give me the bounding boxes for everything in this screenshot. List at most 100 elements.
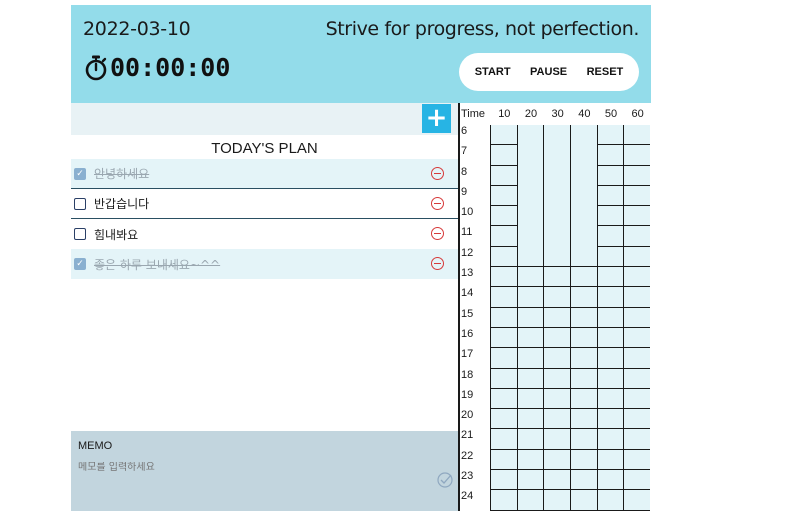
timetable-cell[interactable] [490, 368, 517, 389]
timetable-cell[interactable] [543, 429, 571, 450]
timetable-cell[interactable] [516, 470, 544, 491]
timetable-cell[interactable] [516, 185, 544, 207]
timetable-cell[interactable] [570, 388, 597, 410]
plan-checkbox[interactable] [74, 228, 86, 240]
timetable-cell[interactable] [623, 125, 651, 146]
timetable-cell[interactable] [596, 327, 624, 349]
check-circle-icon[interactable] [436, 471, 454, 489]
timetable-cell[interactable] [543, 145, 571, 166]
timetable-cell[interactable] [490, 490, 517, 511]
timetable-cell[interactable] [543, 206, 571, 227]
timetable-cell[interactable] [516, 206, 544, 227]
timetable-cell[interactable] [570, 165, 597, 186]
timetable-cell[interactable] [596, 449, 624, 471]
timetable-cell[interactable] [596, 348, 624, 369]
timetable-cell[interactable] [543, 185, 571, 207]
timetable-cell[interactable] [543, 368, 571, 389]
timetable-cell[interactable] [543, 388, 571, 410]
timetable-cell[interactable] [543, 287, 571, 308]
timetable-cell[interactable] [570, 470, 597, 491]
timetable-cell[interactable] [623, 267, 651, 288]
timetable-cell[interactable] [596, 368, 624, 389]
timetable-cell[interactable] [543, 327, 571, 349]
timetable-cell[interactable] [490, 287, 517, 308]
timetable-cell[interactable] [570, 429, 597, 450]
timetable-cell[interactable] [516, 287, 544, 308]
timetable-cell[interactable] [570, 185, 597, 207]
timetable-cell[interactable] [623, 490, 651, 511]
timetable-cell[interactable] [543, 165, 571, 186]
timetable-cell[interactable] [490, 145, 517, 166]
timetable-cell[interactable] [596, 125, 624, 146]
timetable-cell[interactable] [490, 267, 517, 288]
timetable-cell[interactable] [623, 226, 651, 247]
timetable-cell[interactable] [516, 226, 544, 247]
timetable-cell[interactable] [623, 429, 651, 450]
timetable-cell[interactable] [543, 449, 571, 471]
timetable-cell[interactable] [516, 490, 544, 511]
timetable-cell[interactable] [490, 327, 517, 349]
timetable-cell[interactable] [623, 470, 651, 491]
timetable-cell[interactable] [623, 388, 651, 410]
timetable-cell[interactable] [570, 368, 597, 389]
timetable-cell[interactable] [543, 490, 571, 511]
timetable-cell[interactable] [516, 307, 544, 328]
timetable-cell[interactable] [543, 348, 571, 369]
timetable-cell[interactable] [490, 246, 517, 268]
timetable-cell[interactable] [490, 307, 517, 328]
timetable-cell[interactable] [623, 206, 651, 227]
timetable-cell[interactable] [570, 307, 597, 328]
timetable-cell[interactable] [570, 145, 597, 166]
timetable-cell[interactable] [490, 449, 517, 471]
timetable-cell[interactable] [516, 165, 544, 186]
timetable-cell[interactable] [516, 409, 544, 430]
timetable-cell[interactable] [623, 368, 651, 389]
memo-input[interactable] [78, 462, 378, 473]
timetable-cell[interactable] [516, 348, 544, 369]
timetable-cell[interactable] [570, 246, 597, 268]
timetable-cell[interactable] [490, 429, 517, 450]
pause-button[interactable]: PAUSE [530, 66, 567, 78]
timetable-cell[interactable] [570, 449, 597, 471]
timetable-cell[interactable] [543, 125, 571, 146]
timetable-cell[interactable] [623, 348, 651, 369]
timetable-cell[interactable] [596, 409, 624, 430]
timetable-cell[interactable] [516, 327, 544, 349]
timetable-cell[interactable] [516, 368, 544, 389]
timetable-cell[interactable] [596, 246, 624, 268]
plan-checkbox[interactable]: ✓ [74, 167, 86, 180]
timetable-cell[interactable] [490, 470, 517, 491]
minus-circle-icon[interactable] [431, 197, 444, 210]
timetable-cell[interactable] [570, 490, 597, 511]
timetable-cell[interactable] [596, 429, 624, 450]
timetable-cell[interactable] [596, 490, 624, 511]
timetable-cell[interactable] [623, 409, 651, 430]
timetable-cell[interactable] [596, 165, 624, 186]
timetable-cell[interactable] [570, 327, 597, 349]
timetable-cell[interactable] [623, 307, 651, 328]
timetable-cell[interactable] [623, 165, 651, 186]
timetable-cell[interactable] [570, 125, 597, 146]
timetable-cell[interactable] [596, 287, 624, 308]
timetable-cell[interactable] [516, 125, 544, 146]
timetable-cell[interactable] [596, 267, 624, 288]
timetable-cell[interactable] [543, 409, 571, 430]
timetable-cell[interactable] [623, 327, 651, 349]
add-plan-button[interactable]: + [422, 104, 451, 133]
timetable-cell[interactable] [490, 409, 517, 430]
timetable-cell[interactable] [490, 388, 517, 410]
timetable-cell[interactable] [596, 185, 624, 207]
timetable-cell[interactable] [516, 145, 544, 166]
timetable-cell[interactable] [596, 226, 624, 247]
timetable-cell[interactable] [516, 267, 544, 288]
timetable-cell[interactable] [596, 206, 624, 227]
timetable-cell[interactable] [596, 470, 624, 491]
timetable-cell[interactable] [623, 145, 651, 166]
timetable-cell[interactable] [543, 307, 571, 328]
timetable-cell[interactable] [490, 206, 517, 227]
timetable-cell[interactable] [623, 449, 651, 471]
timetable-cell[interactable] [490, 185, 517, 207]
timetable-cell[interactable] [543, 470, 571, 491]
minus-circle-icon[interactable] [431, 227, 444, 240]
timetable-cell[interactable] [623, 185, 651, 207]
